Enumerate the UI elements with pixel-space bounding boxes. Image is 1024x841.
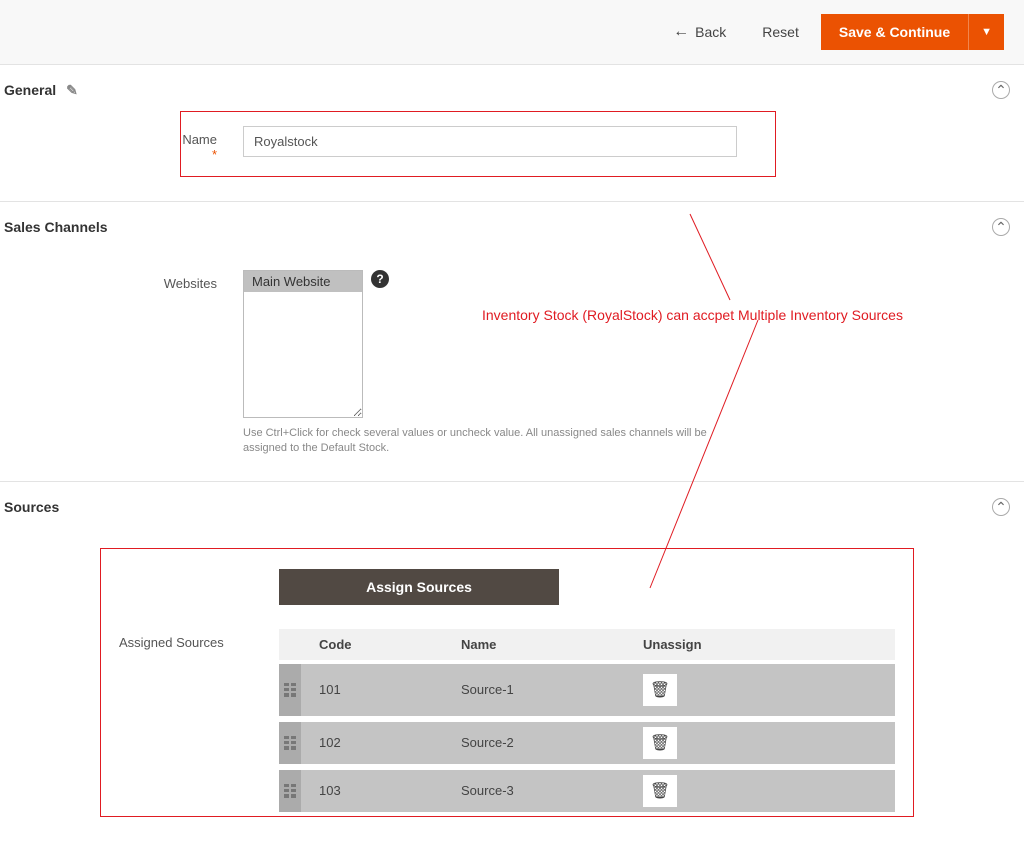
- collapse-toggle-general[interactable]: ⌃: [992, 81, 1010, 99]
- cell-code: 103: [309, 783, 461, 798]
- section-sales-channels-title: Sales Channels: [4, 219, 108, 235]
- trash-icon: 🗑: [650, 781, 670, 801]
- back-button-label: Back: [695, 24, 726, 40]
- websites-multiselect[interactable]: Main Website: [243, 270, 363, 418]
- drag-icon: [284, 736, 296, 750]
- assigned-sources-table: Code Name Unassign 101Source-1🗑102Source…: [279, 629, 895, 812]
- save-button-group: Save & Continue ▼: [821, 14, 1004, 50]
- section-sources: Sources ⌃ Assign Sources Assigned Source…: [0, 482, 1024, 841]
- reset-button-label: Reset: [762, 24, 799, 40]
- chevron-up-icon: ⌃: [995, 83, 1007, 97]
- section-general-header[interactable]: General ✎ ⌃: [0, 81, 1024, 111]
- drag-handle[interactable]: [279, 770, 301, 812]
- assigned-table-header: Code Name Unassign: [279, 629, 895, 660]
- unassign-button[interactable]: 🗑: [643, 674, 677, 706]
- cell-name: Source-3: [461, 783, 643, 798]
- required-star-icon: *: [212, 147, 217, 162]
- unassign-button[interactable]: 🗑: [643, 727, 677, 759]
- general-highlight-box: Name *: [180, 111, 776, 177]
- help-icon[interactable]: ?: [371, 270, 389, 288]
- back-arrow-icon: ←: [673, 23, 689, 41]
- save-button-label: Save & Continue: [839, 24, 950, 40]
- unassign-button[interactable]: 🗑: [643, 775, 677, 807]
- save-dropdown-toggle[interactable]: ▼: [968, 14, 1004, 50]
- section-sales-channels-header[interactable]: Sales Channels ⌃: [0, 218, 1024, 248]
- annotation-text: Inventory Stock (RoyalStock) can accpet …: [482, 307, 903, 323]
- col-header-code: Code: [309, 637, 461, 652]
- trash-icon: 🗑: [650, 680, 670, 700]
- col-header-unassign: Unassign: [643, 637, 723, 652]
- assigned-sources-label: Assigned Sources: [119, 629, 279, 812]
- top-toolbar: ← Back Reset Save & Continue ▼: [0, 0, 1024, 65]
- name-field-label: Name: [182, 132, 217, 147]
- table-row: 101Source-1 🗑: [279, 664, 895, 716]
- reset-button[interactable]: Reset: [748, 16, 813, 48]
- page-root: ← Back Reset Save & Continue ▼ General ✎…: [0, 0, 1024, 841]
- websites-label-col: Websites: [0, 270, 243, 457]
- trash-icon: 🗑: [650, 733, 670, 753]
- name-input[interactable]: [243, 126, 737, 157]
- assign-sources-label: Assign Sources: [366, 579, 472, 595]
- save-continue-button[interactable]: Save & Continue: [821, 14, 968, 50]
- drag-icon: [284, 784, 296, 798]
- drag-handle[interactable]: [279, 722, 301, 764]
- col-header-name: Name: [461, 637, 643, 652]
- collapse-toggle-sources[interactable]: ⌃: [992, 498, 1010, 516]
- section-sources-header[interactable]: Sources ⌃: [0, 498, 1024, 528]
- section-sales-channels: Sales Channels ⌃ Websites Main Website ?…: [0, 202, 1024, 482]
- cell-name: Source-1: [461, 682, 643, 697]
- table-row: 103Source-3 🗑: [279, 770, 895, 812]
- back-button[interactable]: ← Back: [659, 15, 740, 49]
- websites-option-main[interactable]: Main Website: [244, 271, 362, 292]
- websites-label: Websites: [164, 276, 217, 291]
- collapse-toggle-sales-channels[interactable]: ⌃: [992, 218, 1010, 236]
- sources-highlight-box: Assign Sources Assigned Sources Code Nam…: [100, 548, 914, 817]
- caret-down-icon: ▼: [981, 26, 992, 38]
- cell-code: 101: [309, 682, 461, 697]
- drag-icon: [284, 683, 296, 697]
- name-field-label-col: Name *: [181, 126, 243, 162]
- chevron-up-icon: ⌃: [995, 500, 1007, 514]
- table-row: 102Source-2 🗑: [279, 722, 895, 764]
- drag-handle[interactable]: [279, 664, 301, 716]
- cell-code: 102: [309, 735, 461, 750]
- pencil-icon[interactable]: ✎: [66, 82, 78, 99]
- assign-sources-button[interactable]: Assign Sources: [279, 569, 559, 605]
- chevron-up-icon: ⌃: [995, 220, 1007, 234]
- section-general: General ✎ ⌃ Name *: [0, 65, 1024, 202]
- cell-name: Source-2: [461, 735, 643, 750]
- section-sources-title: Sources: [4, 499, 59, 515]
- websites-hint: Use Ctrl+Click for check several values …: [243, 426, 743, 457]
- section-general-title: General: [4, 82, 56, 98]
